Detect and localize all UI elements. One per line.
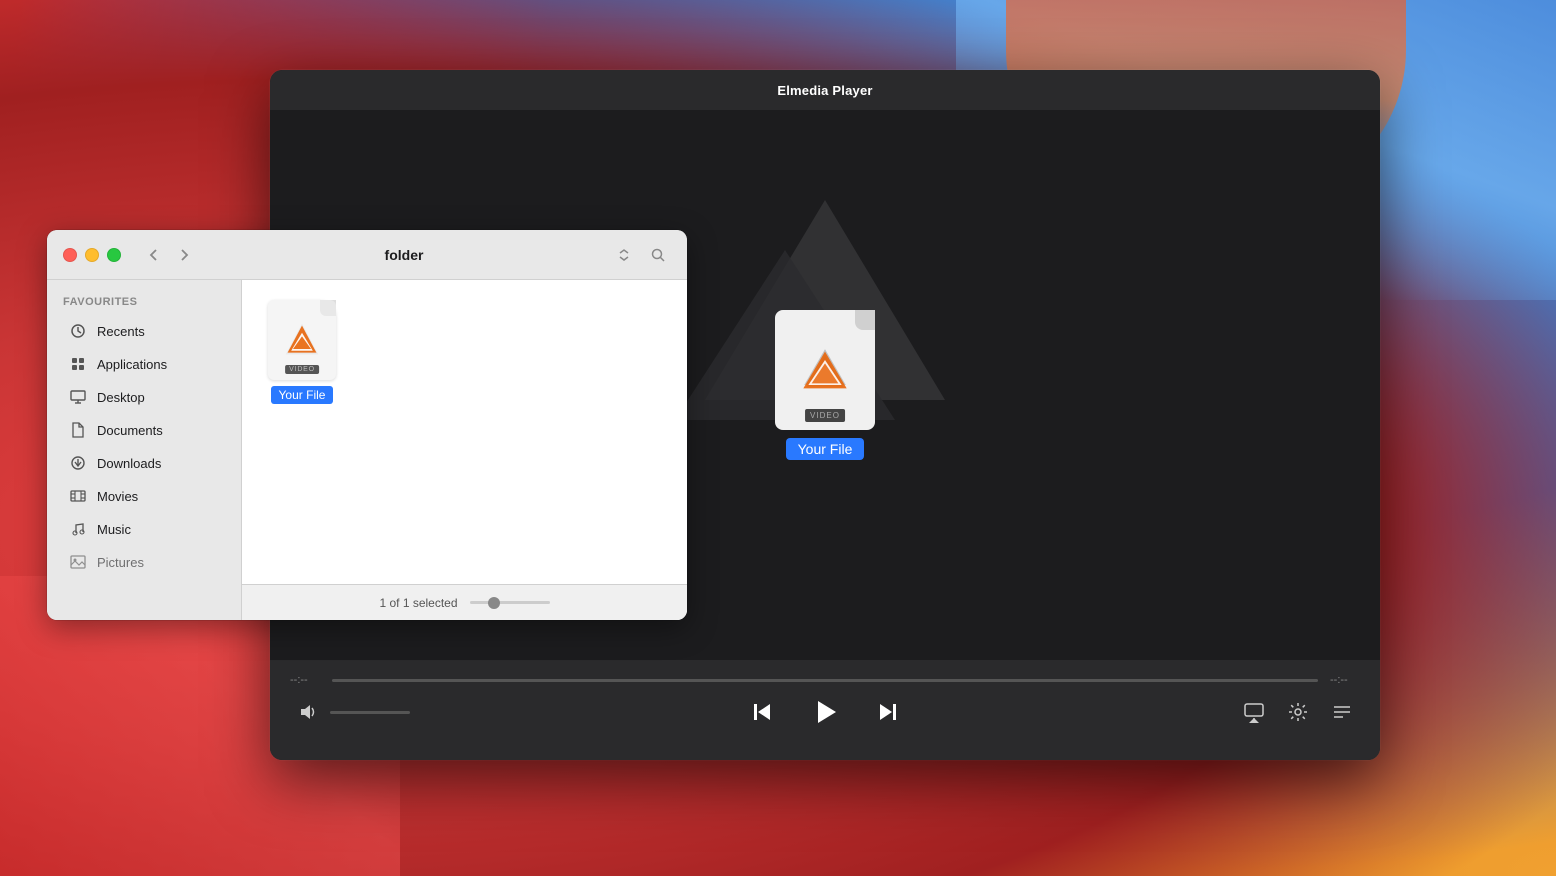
view-options-button[interactable] <box>611 242 637 268</box>
player-titlebar: Elmedia Player <box>270 70 1380 110</box>
sidebar-item-documents[interactable]: Documents <box>53 414 235 446</box>
finder-sidebar: Favourites Recents <box>47 280 242 620</box>
downloads-label: Downloads <box>97 456 161 471</box>
downloads-icon <box>69 454 87 472</box>
film-icon <box>70 488 86 504</box>
playlist-icon <box>1331 701 1353 723</box>
monitor-icon <box>70 389 86 405</box>
sidebar-item-recents[interactable]: Recents <box>53 315 235 347</box>
progress-track[interactable] <box>332 679 1318 682</box>
volume-slider[interactable] <box>330 711 410 714</box>
finder-content-area: VIDEO Your File <box>242 280 687 584</box>
image-icon <box>70 554 86 570</box>
pictures-label: Pictures <box>97 555 144 570</box>
video-badge-large: VIDEO <box>805 409 845 422</box>
video-badge-small: VIDEO <box>285 365 319 374</box>
movies-label: Movies <box>97 489 138 504</box>
forward-button[interactable] <box>171 242 197 268</box>
sidebar-item-movies[interactable]: Movies <box>53 480 235 512</box>
next-button[interactable] <box>867 692 907 732</box>
sidebar-item-downloads[interactable]: Downloads <box>53 447 235 479</box>
sidebar-item-pictures[interactable]: Pictures <box>53 546 235 578</box>
minimize-button[interactable] <box>85 248 99 262</box>
volume-icon <box>298 702 318 722</box>
playlist-button[interactable] <box>1324 694 1360 730</box>
player-controls: --:-- --:-- <box>270 660 1380 760</box>
settings-icon <box>1287 701 1309 723</box>
settings-button[interactable] <box>1280 694 1316 730</box>
center-controls <box>743 690 907 734</box>
forward-icon <box>176 247 192 263</box>
left-controls <box>290 694 410 730</box>
airplay-button[interactable] <box>1236 694 1272 730</box>
file-item[interactable]: VIDEO Your File <box>262 300 342 404</box>
play-icon <box>810 697 840 727</box>
status-text: 1 of 1 selected <box>379 596 457 610</box>
pictures-icon <box>69 553 87 571</box>
maximize-button[interactable] <box>107 248 121 262</box>
grid-icon <box>70 356 86 372</box>
download-icon <box>70 455 86 471</box>
player-file-doc: VIDEO <box>775 310 875 430</box>
time-start: --:-- <box>290 674 320 686</box>
prev-button[interactable] <box>743 692 783 732</box>
airplay-icon <box>1243 701 1265 723</box>
recents-icon <box>69 322 87 340</box>
favourites-label: Favourites <box>47 292 241 314</box>
nav-buttons <box>141 242 197 268</box>
prev-icon <box>750 699 776 725</box>
file-document: VIDEO <box>268 300 336 380</box>
documents-icon <box>69 421 87 439</box>
finder-window: folder Favourites <box>47 230 687 620</box>
controls-row <box>290 694 1360 740</box>
traffic-lights <box>63 248 121 262</box>
back-icon <box>146 247 162 263</box>
progress-bar-area: --:-- --:-- <box>290 660 1360 694</box>
right-controls <box>1236 694 1360 730</box>
applications-icon <box>69 355 87 373</box>
music-label: Music <box>97 522 131 537</box>
next-icon <box>874 699 900 725</box>
zoom-slider[interactable] <box>470 601 550 604</box>
desktop-icon <box>69 388 87 406</box>
finder-main: VIDEO Your File 1 of 1 selected <box>242 280 687 620</box>
sidebar-item-desktop[interactable]: Desktop <box>53 381 235 413</box>
folder-title: folder <box>209 247 599 263</box>
recents-label: Recents <box>97 324 145 339</box>
file-name-label: Your File <box>271 386 334 404</box>
close-button[interactable] <box>63 248 77 262</box>
sidebar-item-applications[interactable]: Applications <box>53 348 235 380</box>
zoom-thumb <box>488 597 500 609</box>
elmedia-logo-small <box>284 322 320 358</box>
applications-label: Applications <box>97 357 167 372</box>
time-end: --:-- <box>1330 674 1360 686</box>
nav-extra-buttons <box>611 242 671 268</box>
finder-statusbar: 1 of 1 selected <box>242 584 687 620</box>
volume-button[interactable] <box>290 694 326 730</box>
music-icon <box>69 520 87 538</box>
player-file-label: Your File <box>786 438 865 460</box>
movies-icon <box>69 487 87 505</box>
chevrons-icon <box>616 247 632 263</box>
back-button[interactable] <box>141 242 167 268</box>
music-note-icon <box>70 521 86 537</box>
elmedia-logo-large <box>800 345 850 395</box>
clock-icon <box>70 323 86 339</box>
play-button[interactable] <box>803 690 847 734</box>
finder-titlebar: folder <box>47 230 687 280</box>
player-file-icon: VIDEO Your File <box>775 310 875 460</box>
sidebar-item-music[interactable]: Music <box>53 513 235 545</box>
desktop-label: Desktop <box>97 390 145 405</box>
search-button[interactable] <box>645 242 671 268</box>
file-icon <box>70 422 86 438</box>
documents-label: Documents <box>97 423 163 438</box>
search-icon <box>650 247 666 263</box>
finder-body: Favourites Recents <box>47 280 687 620</box>
player-title: Elmedia Player <box>777 83 872 98</box>
